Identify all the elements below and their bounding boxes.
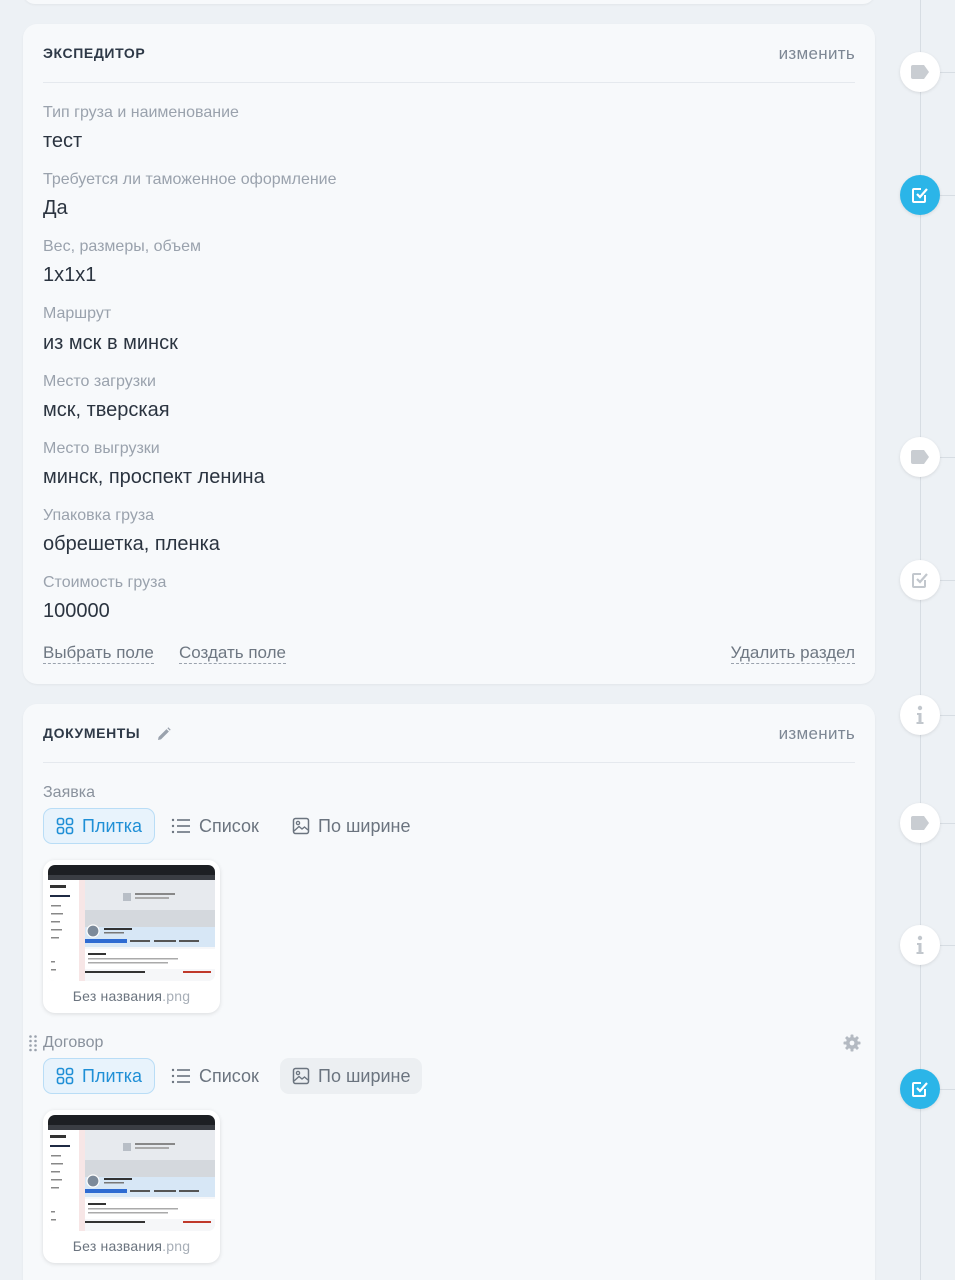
- field-label: Требуется ли таможенное оформление: [43, 171, 337, 188]
- grid-icon: [56, 817, 74, 835]
- info-icon: [916, 705, 924, 724]
- view-width-button[interactable]: По ширине: [280, 808, 422, 844]
- checkbox-icon: [912, 1082, 928, 1097]
- view-tab-label: Список: [199, 1065, 259, 1086]
- info-icon: [916, 935, 924, 954]
- timeline-tick: [940, 715, 955, 716]
- view-tab-label: Плитка: [82, 815, 143, 836]
- image-icon: [292, 1067, 310, 1085]
- documents-card: ДОКУМЕНТЫ изменить Заявка Плитка Список: [23, 704, 875, 1280]
- previous-card: [23, 0, 875, 4]
- field-label: Место загрузки: [43, 373, 156, 390]
- timeline-node-tag[interactable]: [900, 803, 940, 843]
- card-title: ДОКУМЕНТЫ: [43, 725, 141, 741]
- view-tile-button[interactable]: Плитка: [43, 808, 156, 844]
- pencil-icon[interactable]: [156, 726, 172, 742]
- timeline-node-task[interactable]: [900, 1069, 940, 1109]
- field-value: из мск в минск: [43, 332, 178, 354]
- checkbox-icon: [912, 188, 928, 203]
- expeditor-card: ЭКСПЕДИТОР изменить Тип груза и наименов…: [23, 24, 875, 684]
- file-name: Без названия.png: [72, 1238, 191, 1254]
- timeline-tick: [940, 945, 955, 946]
- gear-icon[interactable]: [843, 1034, 861, 1052]
- tag-icon: [911, 65, 929, 79]
- screenshot-preview: [48, 865, 215, 981]
- timeline-node-tag[interactable]: [900, 52, 940, 92]
- field-label: Вес, размеры, объем: [43, 238, 202, 255]
- field-value: Да: [43, 197, 68, 219]
- grid-icon: [56, 1067, 74, 1085]
- timeline-tick: [940, 457, 955, 458]
- group-label: Заявка: [43, 784, 95, 801]
- group-label: Договор: [43, 1034, 104, 1051]
- field-value: тест: [43, 130, 83, 152]
- card-header: ЭКСПЕДИТОР изменить: [43, 24, 855, 83]
- delete-section-link[interactable]: Удалить раздел: [730, 643, 855, 664]
- timeline-tick: [940, 580, 955, 581]
- timeline-tick: [940, 1089, 955, 1090]
- edit-button[interactable]: изменить: [779, 724, 855, 744]
- card-title: ЭКСПЕДИТОР: [43, 45, 146, 61]
- timeline-node-task[interactable]: [900, 560, 940, 600]
- card-header: ДОКУМЕНТЫ изменить: [43, 704, 855, 763]
- timeline-node-task[interactable]: [900, 175, 940, 215]
- view-tab-label: Плитка: [82, 1065, 143, 1086]
- screenshot-preview-image: [48, 1115, 215, 1231]
- create-field-link[interactable]: Создать поле: [179, 643, 286, 664]
- view-tab-label: По ширине: [318, 1065, 411, 1086]
- select-field-link[interactable]: Выбрать поле: [43, 643, 154, 664]
- list-icon: [171, 1068, 190, 1084]
- list-icon: [171, 818, 190, 834]
- tag-icon: [911, 450, 929, 464]
- screenshot-preview-image: [48, 865, 215, 981]
- tag-icon: [911, 816, 929, 830]
- field-value: обрешетка, пленка: [43, 533, 220, 555]
- drag-handle-icon[interactable]: [28, 1034, 38, 1052]
- timeline-tick: [940, 823, 955, 824]
- view-tab-label: По ширине: [318, 815, 411, 836]
- timeline-node-tag[interactable]: [900, 437, 940, 477]
- field-value: минск, проспект ленина: [43, 466, 265, 488]
- field-label: Место выгрузки: [43, 440, 160, 457]
- view-tab-label: Список: [199, 815, 259, 836]
- file-thumbnail[interactable]: Без названия.png: [43, 1110, 220, 1263]
- timeline-node-info[interactable]: [900, 925, 940, 965]
- screenshot-preview: [48, 1115, 215, 1231]
- field-label: Стоимость груза: [43, 574, 167, 591]
- view-list-button[interactable]: Список: [159, 808, 271, 844]
- image-icon: [292, 817, 310, 835]
- field-label: Тип груза и наименование: [43, 104, 239, 121]
- view-tile-button[interactable]: Плитка: [43, 1058, 156, 1094]
- edit-button[interactable]: изменить: [779, 44, 855, 64]
- checkbox-icon: [912, 573, 928, 588]
- field-value: 100000: [43, 600, 110, 622]
- field-value: 1x1x1: [43, 264, 97, 286]
- file-name: Без названия.png: [72, 988, 191, 1004]
- timeline-tick: [940, 195, 955, 196]
- timeline-node-info[interactable]: [900, 695, 940, 735]
- file-thumbnail[interactable]: Без названия.png: [43, 860, 220, 1013]
- view-list-button[interactable]: Список: [159, 1058, 271, 1094]
- view-width-button[interactable]: По ширине: [280, 1058, 423, 1094]
- field-label: Маршрут: [43, 305, 112, 322]
- field-label: Упаковка груза: [43, 507, 155, 524]
- timeline-tick: [940, 72, 955, 73]
- field-value: мск, тверская: [43, 399, 170, 421]
